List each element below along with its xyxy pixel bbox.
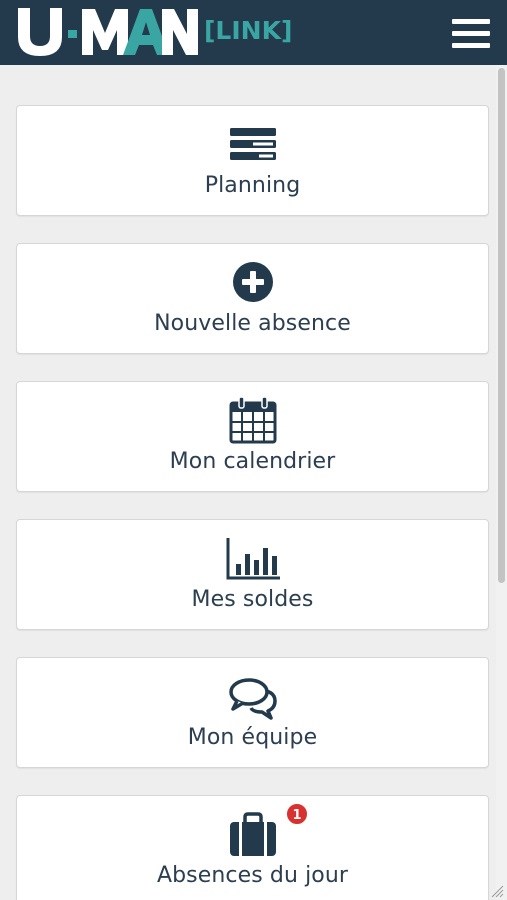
- tile-my-team[interactable]: Mon équipe: [16, 657, 489, 768]
- bar-chart-icon: [223, 534, 283, 582]
- tile-label: Mon équipe: [187, 725, 318, 750]
- dashboard-menu: Planning Nouvelle absence Mon calendrier…: [0, 65, 496, 900]
- tile-my-balances[interactable]: Mes soldes: [16, 519, 489, 630]
- scrollbar-thumb[interactable]: [498, 68, 505, 583]
- tile-label: Absences du jour: [156, 863, 349, 888]
- server-stack-icon: [223, 120, 283, 168]
- chat-bubbles-icon: [223, 672, 283, 720]
- tile-new-absence[interactable]: Nouvelle absence: [16, 243, 489, 354]
- app-header: [LINK]: [0, 0, 507, 65]
- plus-circle-icon: [223, 258, 283, 306]
- calendar-icon: [223, 396, 283, 444]
- tile-label: Mes soldes: [191, 587, 314, 612]
- hamburger-menu-icon[interactable]: [448, 14, 494, 54]
- resize-grip-icon[interactable]: [490, 884, 504, 898]
- logo-suffix-text: [LINK]: [204, 16, 292, 45]
- notification-badge: 1: [285, 802, 309, 826]
- tile-label: Planning: [204, 173, 301, 198]
- tile-label: Nouvelle absence: [154, 311, 351, 336]
- uman-link-logo[interactable]: [LINK]: [0, 0, 310, 65]
- tile-label: Mon calendrier: [169, 449, 336, 474]
- tile-my-calendar[interactable]: Mon calendrier: [16, 381, 489, 492]
- tile-planning[interactable]: Planning: [16, 105, 489, 216]
- tile-absences-today[interactable]: 1 Absences du jour: [16, 795, 489, 900]
- briefcase-icon: [223, 810, 283, 858]
- vertical-scrollbar[interactable]: [496, 65, 507, 900]
